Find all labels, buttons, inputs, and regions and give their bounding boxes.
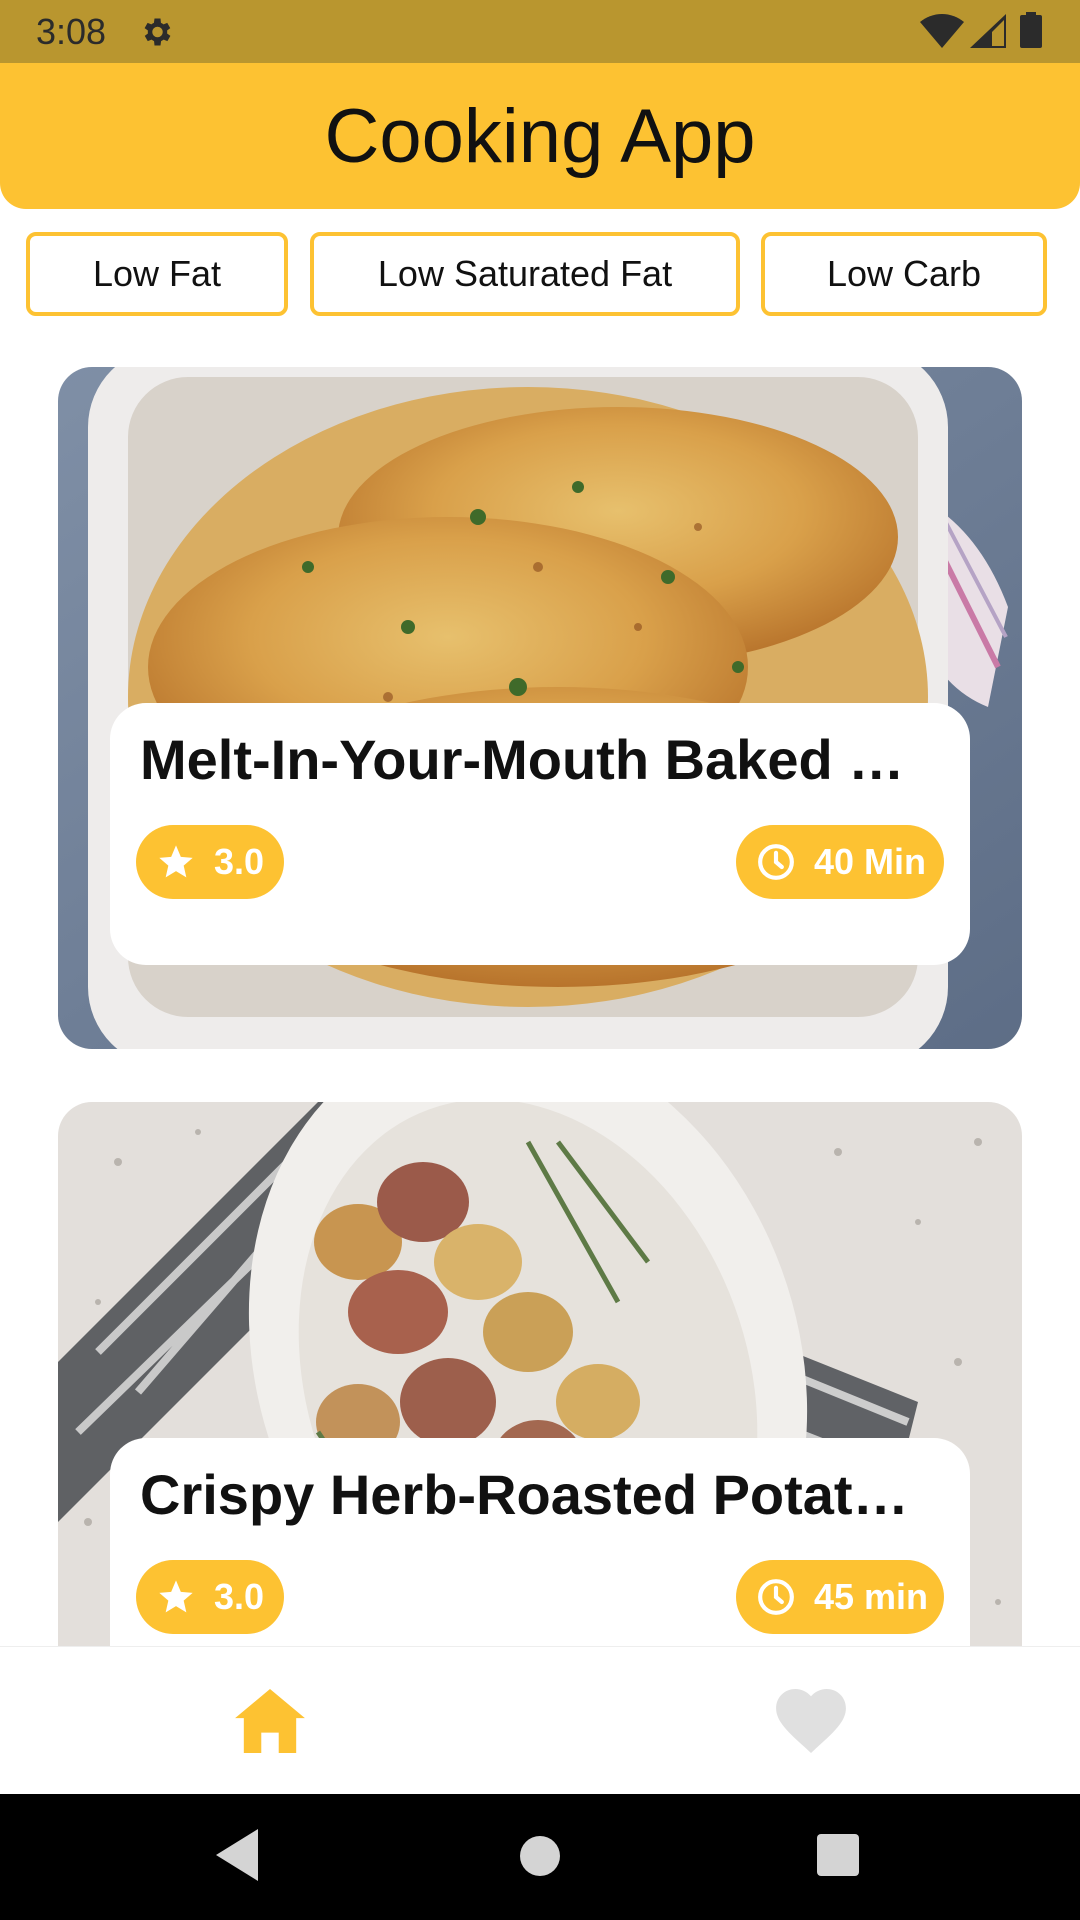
recipe-title: Melt-In-Your-Mouth Baked Chicken	[140, 728, 970, 791]
filter-chip-low-fat[interactable]: Low Fat	[26, 232, 288, 316]
rating-badge: 3.0	[136, 1560, 284, 1634]
rating-value: 3.0	[214, 841, 265, 882]
recipe-title: Crispy Herb-Roasted Potatoes	[140, 1463, 950, 1526]
time-badge: 45 min	[736, 1560, 944, 1634]
time-value: 45 min	[814, 1576, 929, 1617]
clock-icon	[758, 844, 794, 880]
battery-icon	[1020, 12, 1042, 48]
gear-icon	[144, 18, 171, 46]
time-badge: 40 Min	[736, 825, 944, 899]
status-bar: 3:08	[0, 0, 1080, 63]
signal-icon	[970, 14, 1006, 48]
rating-badge: 3.0	[136, 825, 284, 899]
status-time: 3:08	[36, 11, 107, 52]
app-title: Cooking App	[324, 94, 756, 179]
screen: 3:08 Cooking App Low Fat Low Saturated F…	[0, 0, 1080, 1920]
filter-chip-low-saturated-fat[interactable]: Low Saturated Fat	[310, 232, 740, 316]
recent-apps-icon[interactable]	[817, 1834, 859, 1876]
star-icon	[159, 1580, 193, 1613]
system-navigation-bar	[0, 1794, 1080, 1920]
home-button-icon[interactable]	[518, 1834, 562, 1878]
clock-icon	[758, 1579, 794, 1615]
time-value: 40 Min	[814, 841, 927, 882]
back-icon[interactable]	[216, 1829, 260, 1881]
app-bar: Cooking App	[0, 63, 1080, 209]
recipe-info-panel[interactable]: Melt-In-Your-Mouth Baked Chicken 3.0 40 …	[110, 703, 970, 965]
heart-icon[interactable]	[776, 1689, 846, 1753]
star-icon	[159, 845, 193, 878]
filter-chip-low-carb[interactable]: Low Carb	[761, 232, 1047, 316]
home-icon[interactable]	[234, 1689, 306, 1753]
wifi-icon	[920, 14, 964, 48]
bottom-navigation	[0, 1646, 1080, 1795]
rating-value: 3.0	[214, 1576, 265, 1617]
